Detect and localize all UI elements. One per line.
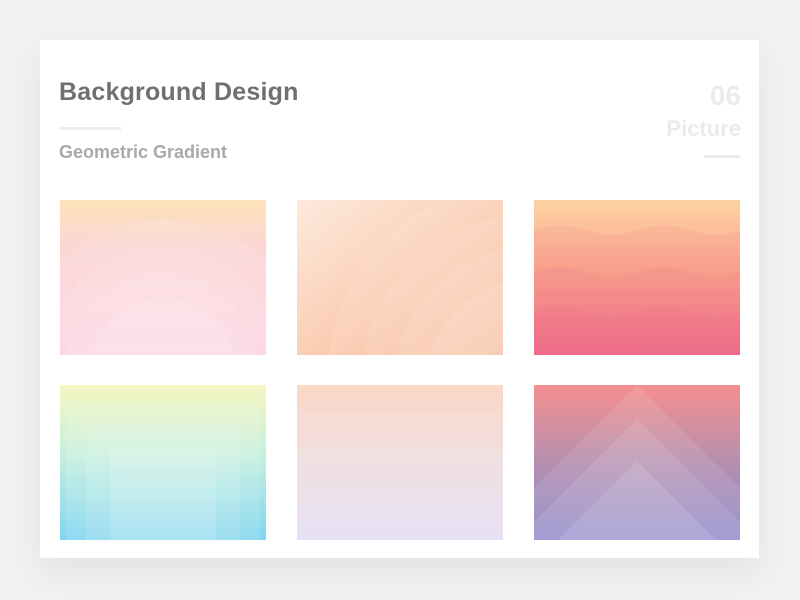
gallery-card: Background Design Geometric Gradient 06 … [40,40,759,558]
thumbnail-cyan-frames[interactable] [60,385,266,540]
section-number: 06 [709,80,741,111]
thumbnail-purple-triangles[interactable] [534,385,740,540]
peach-circles-graphic [297,200,503,355]
tag-divider [704,155,740,158]
thumbnail-peach-circles[interactable] [297,200,503,355]
cyan-frames-graphic [60,385,266,540]
pink-arcs-graphic [60,200,266,355]
thumbnail-coral-waves[interactable] [534,200,740,355]
title-divider [60,127,121,130]
thumbnail-lavender-stripes[interactable] [297,385,503,540]
section-tag: Picture [666,116,741,141]
page-subtitle: Geometric Gradient [59,142,228,162]
coral-waves-graphic [534,200,740,355]
lavender-stripes-graphic [297,385,503,540]
purple-triangles-graphic [534,385,740,540]
page-title: Background Design [59,78,299,106]
thumbnail-pink-arcs[interactable] [60,200,266,355]
